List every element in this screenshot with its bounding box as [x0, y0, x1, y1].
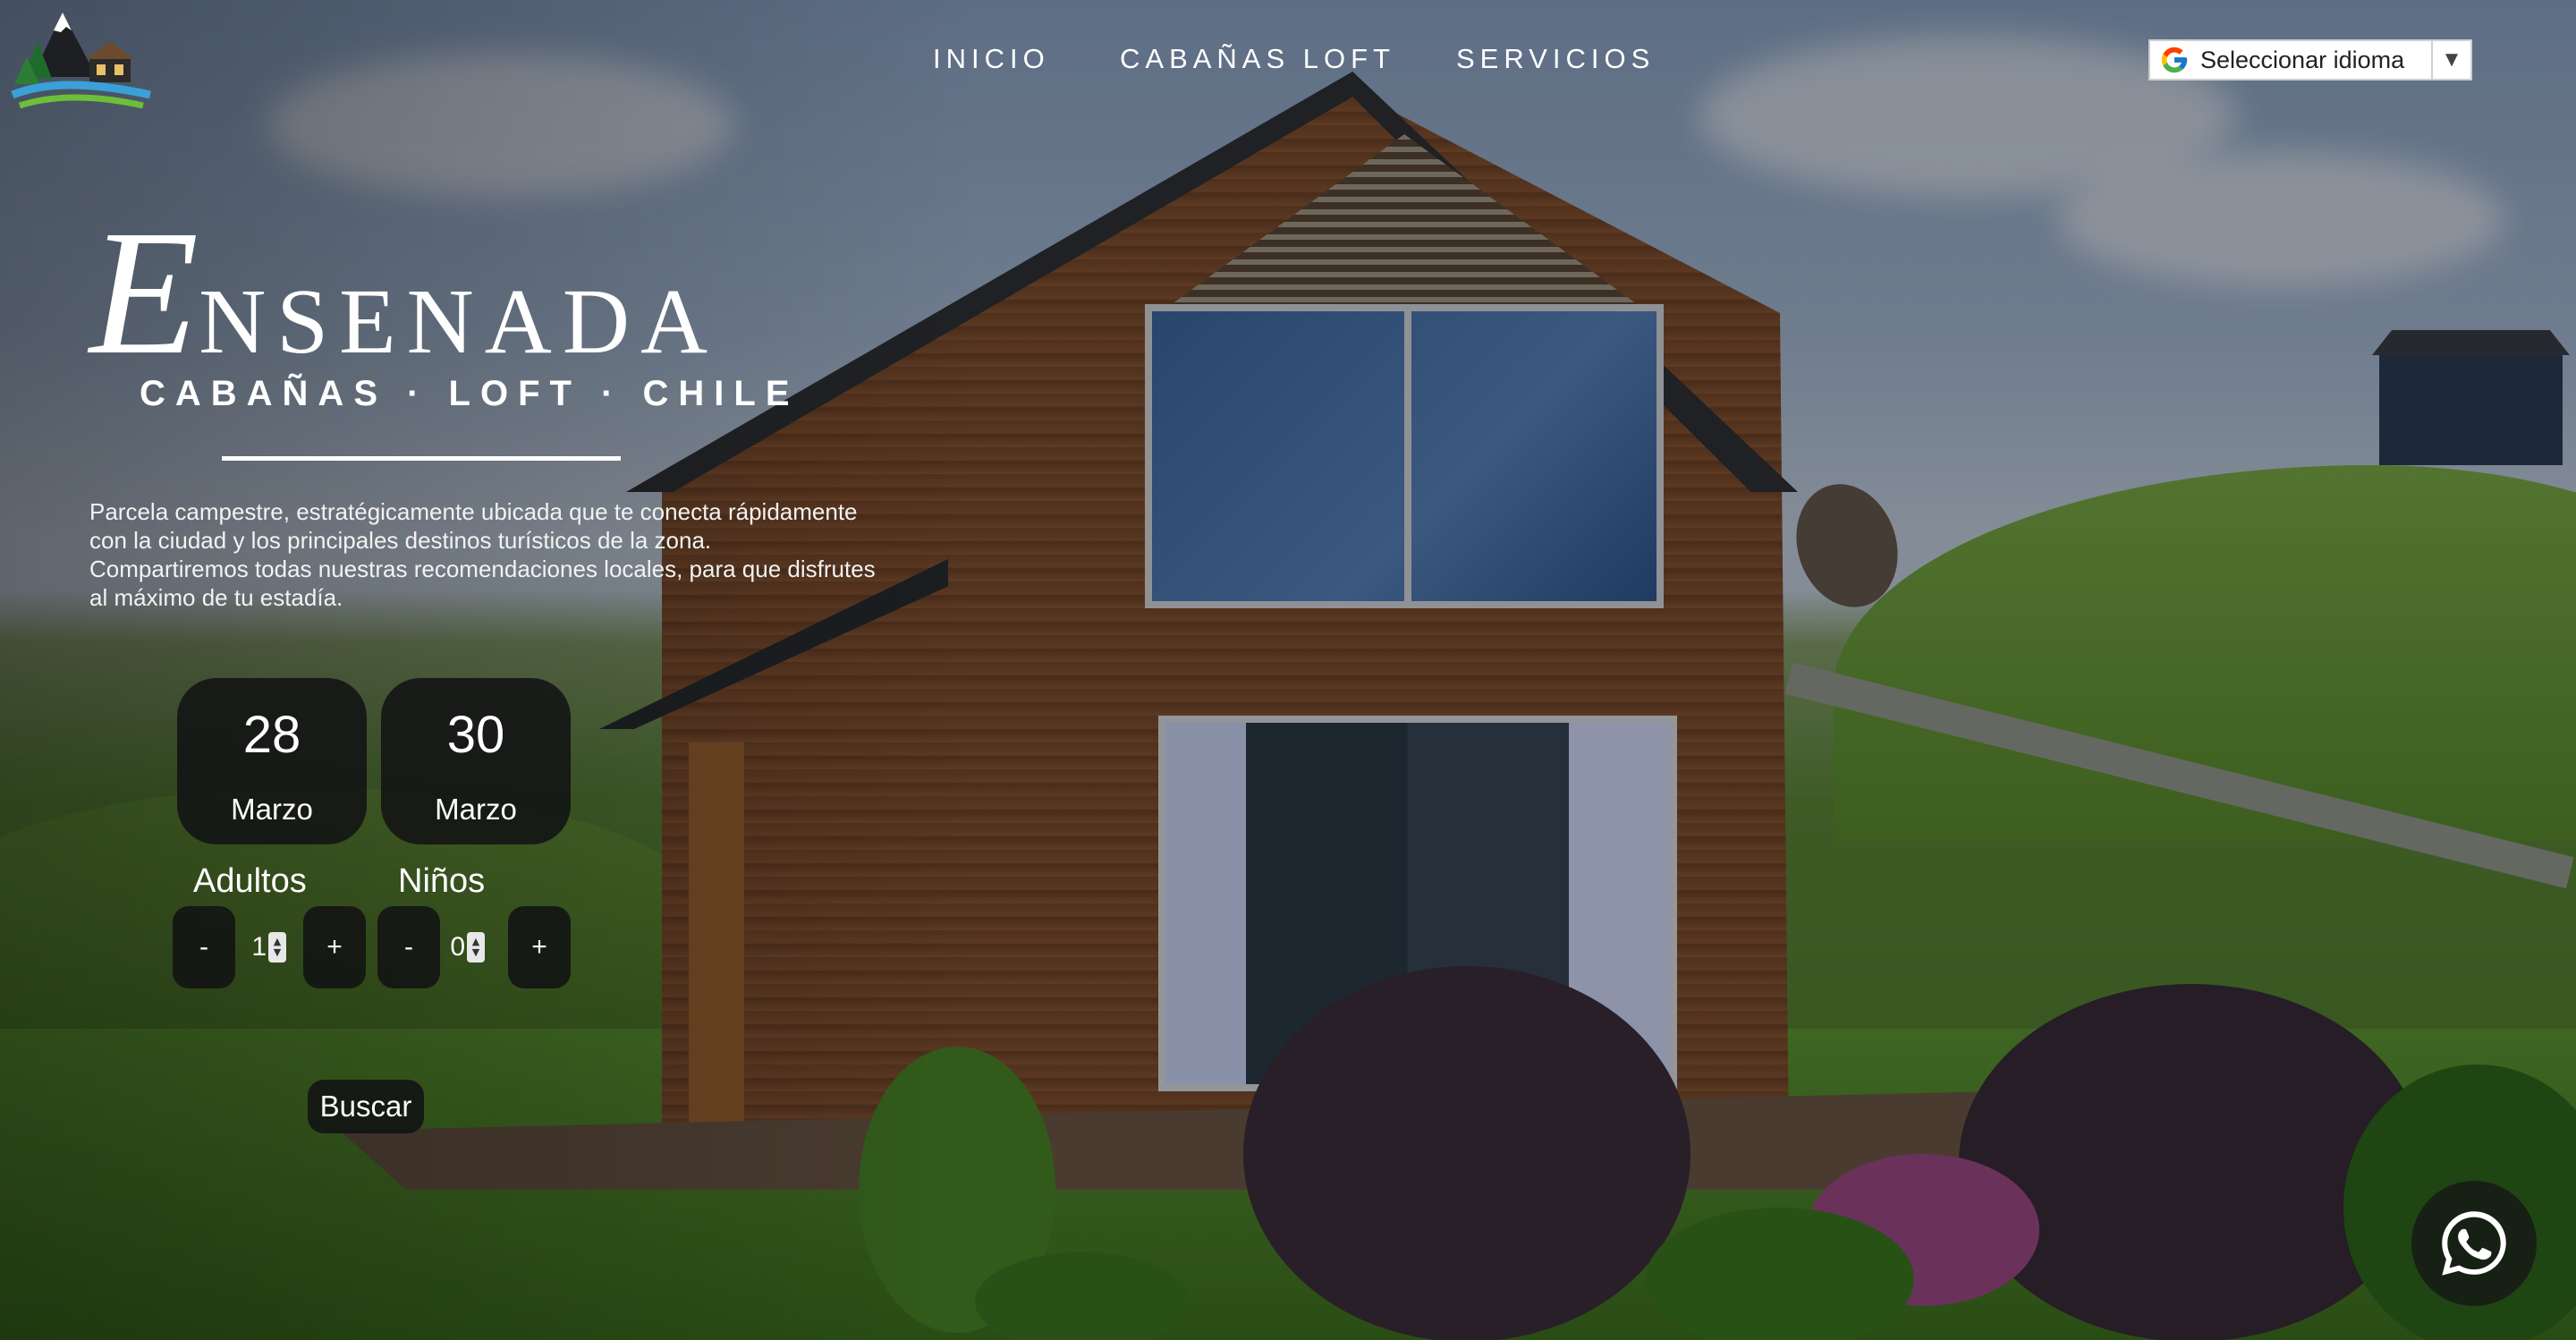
google-g-icon: [2150, 39, 2199, 81]
mountain-cabin-logo-icon: [11, 13, 151, 109]
spinner-arrows-icon[interactable]: ▲ ▼: [268, 932, 286, 963]
brand-subtitle: CABAÑAS · LOFT · CHILE: [140, 374, 800, 413]
brand-title: ENSENADA: [89, 204, 718, 383]
language-select-label: Seleccionar idioma: [2200, 46, 2405, 73]
adults-input[interactable]: [240, 929, 267, 965]
language-select[interactable]: Seleccionar idioma ▼: [2148, 39, 2472, 81]
site-logo[interactable]: [7, 5, 155, 117]
checkin-day: 28: [242, 706, 301, 764]
nav-servicios[interactable]: SERVICIOS: [1456, 43, 1655, 75]
nav-inicio[interactable]: INICIO: [933, 43, 1050, 75]
whatsapp-icon: [2442, 1211, 2506, 1276]
brand-title-rest: NSENADA: [199, 270, 719, 373]
adults-increment-button[interactable]: +: [303, 906, 366, 988]
children-input[interactable]: [438, 929, 465, 965]
adults-stepper: ▲▼: [240, 927, 293, 968]
nav-cabanas-loft[interactable]: CABAÑAS LOFT: [1120, 43, 1395, 75]
checkout-day: 30: [446, 706, 505, 764]
children-increment-button[interactable]: +: [508, 906, 571, 988]
checkin-month: Marzo: [231, 793, 313, 826]
hero-description: Parcela campestre, estratégicamente ubic…: [89, 498, 876, 611]
checkout-month: Marzo: [435, 793, 517, 826]
children-label: Niños: [398, 862, 486, 900]
checkout-date-card[interactable]: 30 Marzo: [381, 678, 571, 844]
brand-title-initial: E: [89, 194, 199, 392]
children-stepper: ▲▼: [438, 927, 492, 968]
brand-divider: [222, 456, 621, 461]
whatsapp-button[interactable]: [2411, 1181, 2537, 1306]
spinner-arrows-icon[interactable]: ▲ ▼: [467, 932, 485, 963]
adults-label: Adultos: [193, 862, 307, 900]
search-button[interactable]: Buscar: [308, 1080, 424, 1133]
checkin-date-card[interactable]: 28 Marzo: [177, 678, 367, 844]
adults-decrement-button[interactable]: -: [173, 906, 235, 988]
caret-down-icon: ▼: [2431, 39, 2470, 81]
children-decrement-button[interactable]: -: [377, 906, 440, 988]
